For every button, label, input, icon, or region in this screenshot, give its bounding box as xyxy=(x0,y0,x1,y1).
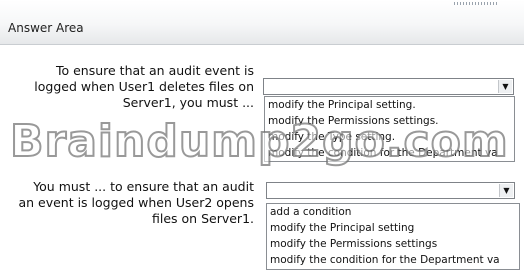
question-1-text: To ensure that an audit event is logged … xyxy=(34,63,254,110)
question-2-dropdown[interactable]: ▼ xyxy=(266,182,515,199)
question-2-text: You must ... to ensure that an audit an … xyxy=(18,179,254,226)
page-title: Answer Area xyxy=(8,21,84,35)
dropdown-option[interactable]: modify the Permissions settings xyxy=(267,236,519,252)
chevron-down-icon[interactable]: ▼ xyxy=(498,80,512,93)
question-2-options-list: add a condition modify the Principal set… xyxy=(266,203,520,270)
header-bar: Answer Area xyxy=(0,0,524,45)
chevron-down-icon[interactable]: ▼ xyxy=(499,184,513,197)
question-1-options-list: modify the Principal setting. modify the… xyxy=(264,96,515,162)
dropdown-option[interactable]: modify the Type setting. xyxy=(265,129,514,145)
dropdown-option[interactable]: modify the Principal setting xyxy=(267,220,519,236)
dropdown-option[interactable]: add a condition xyxy=(267,204,519,220)
dropdown-option[interactable]: modify the Principal setting. xyxy=(265,97,514,113)
dropdown-option[interactable]: modify the condition for the Department … xyxy=(265,145,514,161)
question-1-dropdown[interactable]: ▼ xyxy=(263,78,514,95)
dropdown-option[interactable]: modify the Permissions settings. xyxy=(265,113,514,129)
dropdown-option[interactable]: modify the condition for the Department … xyxy=(267,252,519,268)
header-decoration xyxy=(454,2,498,5)
